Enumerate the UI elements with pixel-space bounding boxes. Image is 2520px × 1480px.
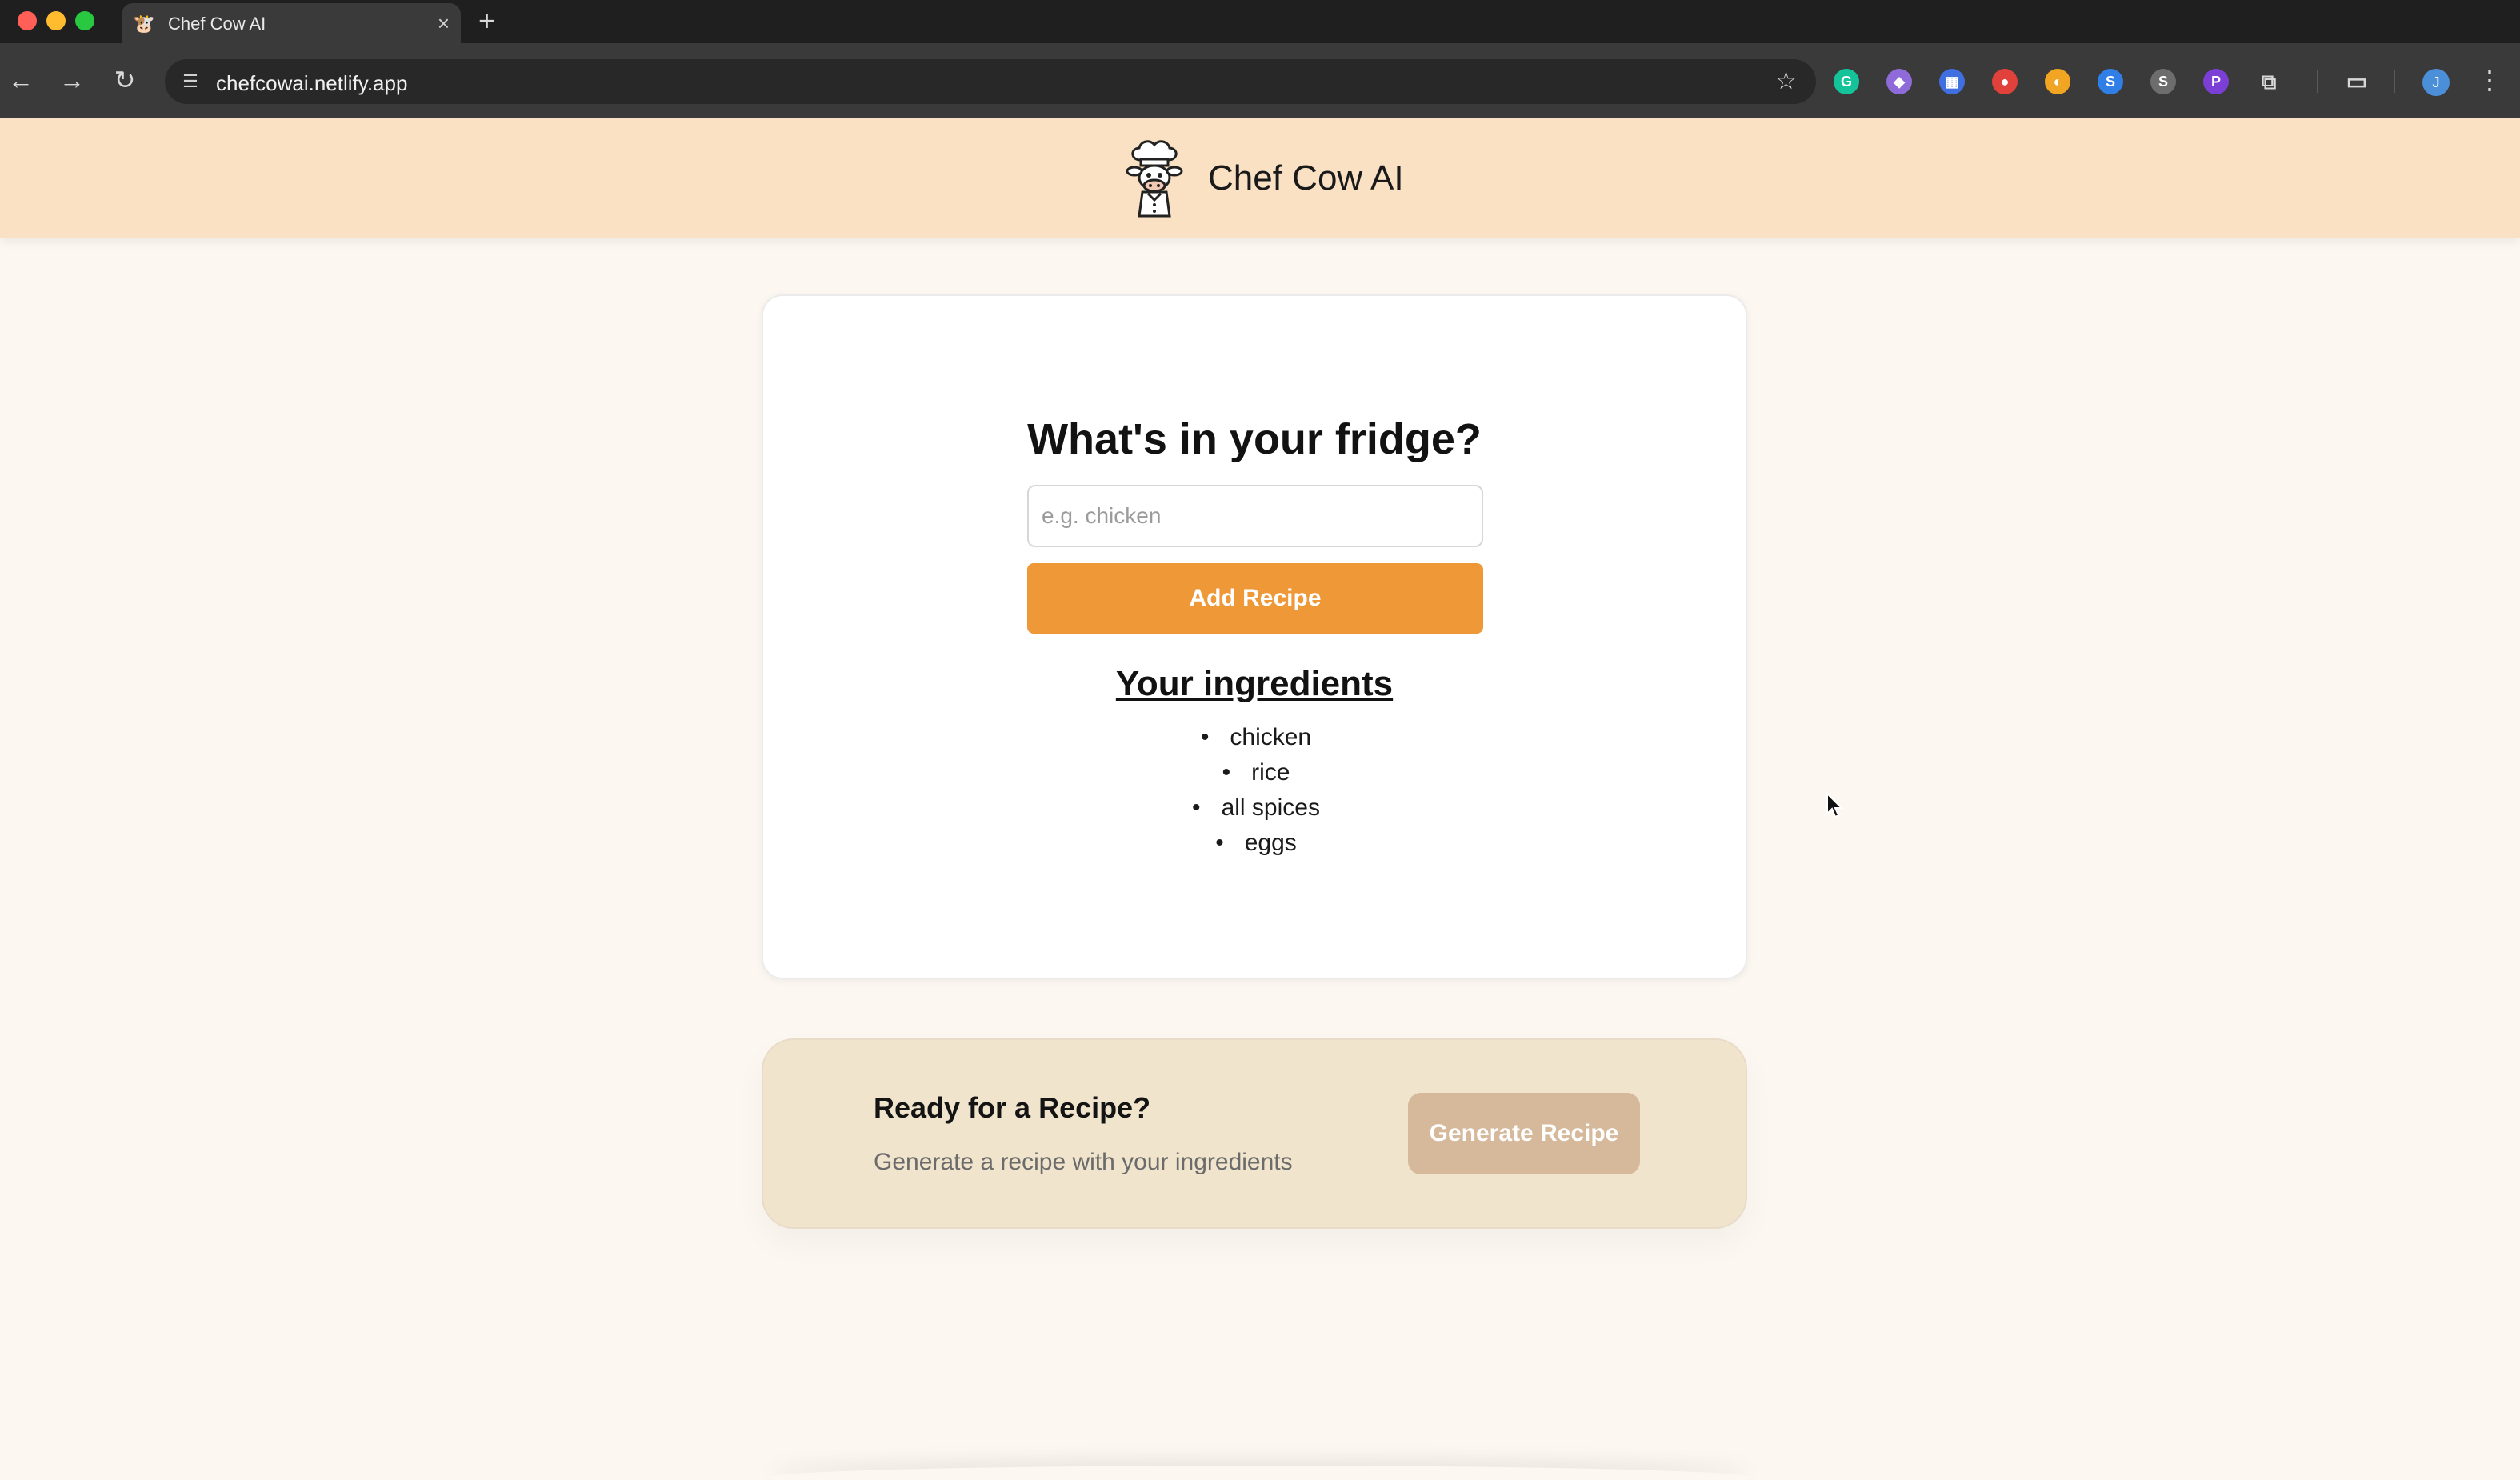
close-window-button[interactable] [18, 11, 37, 30]
add-recipe-button[interactable]: Add Recipe [1027, 563, 1483, 634]
tab-title: Chef Cow AI [168, 14, 266, 34]
close-tab-icon[interactable]: × [438, 11, 450, 35]
forward-arrow-icon[interactable]: → [56, 64, 88, 96]
ingredients-card: What's in your fridge? Add Recipe Your i… [762, 294, 1747, 979]
list-item: eggs [763, 826, 1749, 861]
minimize-window-button[interactable] [46, 11, 66, 30]
s-circle-extension-icon[interactable]: S [2150, 69, 2176, 94]
browser-menu-icon[interactable]: ⋮ [2477, 64, 2502, 96]
app-brand-name: Chef Cow AI [1208, 158, 1404, 198]
reload-icon[interactable]: ↻ [109, 64, 141, 96]
page-title: What's in your fridge? [1027, 415, 1482, 463]
ingredients-heading: Your ingredients [1115, 664, 1394, 703]
colorful-extension-icon[interactable]: ◐ [2045, 69, 2070, 94]
extensions-puzzle-icon[interactable]: ⧉ [2256, 69, 2282, 94]
new-tab-button[interactable]: + [478, 5, 495, 37]
record-extension-icon[interactable]: ● [1992, 69, 2018, 94]
bookmark-star-icon[interactable]: ☆ [1775, 67, 1797, 96]
url-text[interactable]: chefcowai.netlify.app [216, 71, 407, 96]
cow-favicon-icon: 🐮 [133, 14, 155, 34]
ingredient-input[interactable] [1027, 485, 1483, 547]
swirl-extension-icon[interactable]: S [2098, 69, 2123, 94]
browser-toolbar: ← → ↻ ☰ chefcowai.netlify.app ☆ G ◆ ▦ ● ◐ S S P… [0, 43, 2520, 118]
side-panel-icon[interactable]: ▭ [2344, 69, 2370, 94]
browser-tab-bar: 🐮 Chef Cow AI × + [0, 0, 2520, 43]
browser-tab[interactable]: 🐮 Chef Cow AI × [122, 3, 461, 43]
panel-title: Ready for a Recipe? [874, 1091, 1151, 1124]
address-bar[interactable]: ☰ chefcowai.netlify.app ☆ [165, 59, 1816, 104]
profile-avatar[interactable]: J [2422, 69, 2450, 96]
grammarly-extension-icon[interactable]: G [1834, 69, 1859, 94]
panel-subtitle: Generate a recipe with your ingredients [874, 1149, 1293, 1175]
app-header: Chef Cow AI [0, 118, 2520, 238]
page-bottom-shadow [768, 1466, 1752, 1480]
list-item: chicken [763, 720, 1749, 755]
blue-tiles-extension-icon[interactable]: ▦ [1939, 69, 1965, 94]
maximize-window-button[interactable] [75, 11, 94, 30]
chef-cow-logo-icon [1126, 140, 1183, 218]
generate-recipe-button[interactable]: Generate Recipe [1408, 1093, 1640, 1174]
generate-recipe-panel: Ready for a Recipe? Generate a recipe wi… [762, 1038, 1747, 1229]
p-extension-icon[interactable]: P [2203, 69, 2229, 94]
mouse-cursor-icon [1826, 792, 1844, 818]
site-info-icon[interactable]: ☰ [178, 69, 203, 94]
toolbar-separator [2394, 70, 2395, 93]
list-item: rice [763, 755, 1749, 790]
toolbar-separator [2317, 70, 2318, 93]
list-item: all spices [763, 790, 1749, 826]
ingredients-list: chicken rice all spices eggs [763, 720, 1749, 861]
back-arrow-icon[interactable]: ← [5, 64, 37, 96]
purple-extension-icon[interactable]: ◆ [1886, 69, 1912, 94]
